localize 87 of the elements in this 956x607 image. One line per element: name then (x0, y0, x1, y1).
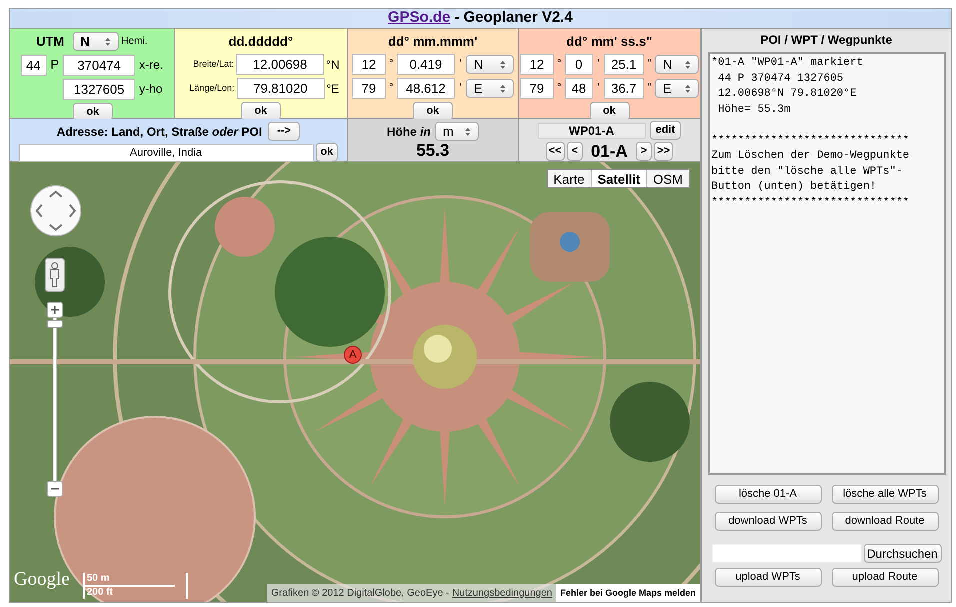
unit-mark: ' (596, 57, 601, 72)
go-button[interactable]: --> (268, 122, 300, 141)
unit-mark: ' (458, 81, 463, 96)
terms-link[interactable]: Nutzungsbedingungen (452, 586, 552, 600)
zoom-slider-thumb[interactable] (47, 320, 63, 328)
google-logo: Google (14, 568, 70, 592)
map-attribution: Grafiken © 2012 DigitalGlobe, GeoEye - (271, 586, 450, 600)
up-down-arrows-icon (104, 36, 111, 47)
up-down-arrows-icon (685, 84, 691, 94)
utm-heading: UTM (36, 33, 65, 51)
latitude-unit: °N (326, 56, 340, 74)
waypoint-action-button[interactable]: lösche 01-A (714, 485, 822, 504)
upload-button[interactable]: upload Route (832, 568, 938, 587)
waypoint-action-button[interactable]: download WPTs (714, 512, 822, 531)
longitude-unit: °E (326, 80, 340, 98)
next-waypoint-button[interactable]: > (636, 142, 652, 161)
hemisphere-select[interactable]: E (655, 79, 699, 98)
zoom-out-icon[interactable] (47, 481, 63, 497)
waypoints-heading: POI / WPT / Wegpunkte (760, 32, 892, 49)
latitude-field[interactable]: 12.00698 (236, 54, 324, 75)
scale-metric: 50 m (85, 573, 175, 587)
last-waypoint-button[interactable]: >> (654, 142, 674, 161)
unit-mark: " (646, 81, 652, 96)
hemisphere-select[interactable]: N (655, 55, 699, 74)
decimal-heading: dd.ddddd° (228, 33, 294, 51)
minutes-field[interactable]: 0.419 (397, 54, 455, 75)
latitude-label: Breite/Lat: (192, 58, 234, 71)
edit-button[interactable]: edit (650, 121, 682, 140)
map-type-button[interactable]: Karte (548, 170, 591, 187)
first-waypoint-button[interactable]: << (546, 142, 565, 161)
waypoint-name: WP01-A (538, 122, 646, 138)
degrees-field[interactable]: 79 (352, 78, 386, 99)
minutes-field[interactable]: 0 (565, 54, 593, 75)
unit-mark: ° (556, 81, 563, 96)
scale-imperial: 200 ft (86, 587, 114, 599)
longitude-field[interactable]: 79.81020 (236, 78, 325, 99)
waypoint-action-button[interactable]: download Route (832, 512, 938, 531)
upload-button[interactable]: upload WPTs (714, 568, 822, 587)
up-down-arrows-icon (685, 60, 691, 70)
unit-mark: ' (458, 57, 463, 72)
unit-mark: " (646, 57, 652, 72)
altitude-value: 55.3 (416, 142, 450, 160)
northing-field[interactable]: 1327605 (63, 78, 136, 100)
waypoint-action-button[interactable]: lösche alle WPTs (832, 485, 938, 504)
unit-mark: ° (388, 81, 395, 96)
unit-mark: ' (596, 81, 601, 96)
site-link[interactable]: GPSo.de (388, 7, 451, 30)
current-waypoint: 01-A (591, 142, 628, 160)
unit-mark: ° (388, 57, 395, 72)
hemisphere-label: Hemi. (122, 35, 148, 50)
degrees-field[interactable]: 79 (520, 78, 554, 99)
band-label: P (50, 56, 60, 74)
zoom-in-icon[interactable] (47, 302, 63, 318)
street-view-person-icon[interactable] (45, 258, 65, 292)
seconds-field[interactable]: 36.7 (604, 78, 644, 99)
seconds-field[interactable]: 25.1 (604, 54, 644, 75)
browse-button[interactable]: Durchsuchen (864, 544, 942, 563)
minutes-field[interactable]: 48.612 (397, 78, 455, 99)
degrees-field[interactable]: 12 (520, 54, 554, 75)
longitude-label: Länge/Lon: (188, 82, 235, 95)
degrees-field[interactable]: 12 (352, 54, 386, 75)
hemisphere-select[interactable]: E (466, 79, 514, 98)
waypoint-textarea[interactable]: *01-A "WP01-A" markiert 44 P 370474 1327605 12.00698°N 79.81020°E Höhe= 55.3m ****************************** Zum Löschen der Demo-Wegpunkte bitte den "lösche alle WPTs"- Button (unten) betätigen! ****************************** (708, 52, 946, 475)
address-field[interactable]: Auroville, India (18, 144, 314, 162)
easting-label: x-re. (139, 57, 164, 74)
report-error-link[interactable]: Fehler bei Google Maps melden (556, 584, 700, 602)
address-label: Adresse: Land, Ort, Straße oder POI (56, 124, 262, 140)
up-down-arrows-icon (500, 84, 506, 94)
minutes-field[interactable]: 48 (565, 78, 593, 99)
up-down-arrows-icon (500, 60, 506, 70)
hemisphere-select[interactable]: N (72, 32, 119, 52)
unit-select[interactable]: m (435, 122, 479, 141)
pan-control-icon[interactable] (30, 185, 82, 237)
zone-field[interactable]: 44 (20, 54, 47, 76)
previous-waypoint-button[interactable]: < (566, 142, 584, 161)
up-down-arrows-icon (465, 126, 471, 136)
northing-label: y-ho (139, 81, 163, 98)
hemisphere-select[interactable]: N (466, 55, 514, 74)
easting-field[interactable]: 370474 (63, 54, 136, 76)
degrees-minutes-heading: dd° mm.mmm' (388, 33, 478, 51)
file-field[interactable] (712, 544, 862, 563)
page-title: - Geoplaner V2.4 (454, 8, 573, 28)
altitude-label: Höhe in (386, 124, 431, 140)
degrees-minutes-seconds-heading: dd° mm' ss.s" (566, 33, 652, 51)
ok-button[interactable]: ok (316, 143, 338, 162)
unit-mark: ° (556, 57, 563, 72)
map-type-button[interactable]: OSM (646, 170, 689, 187)
